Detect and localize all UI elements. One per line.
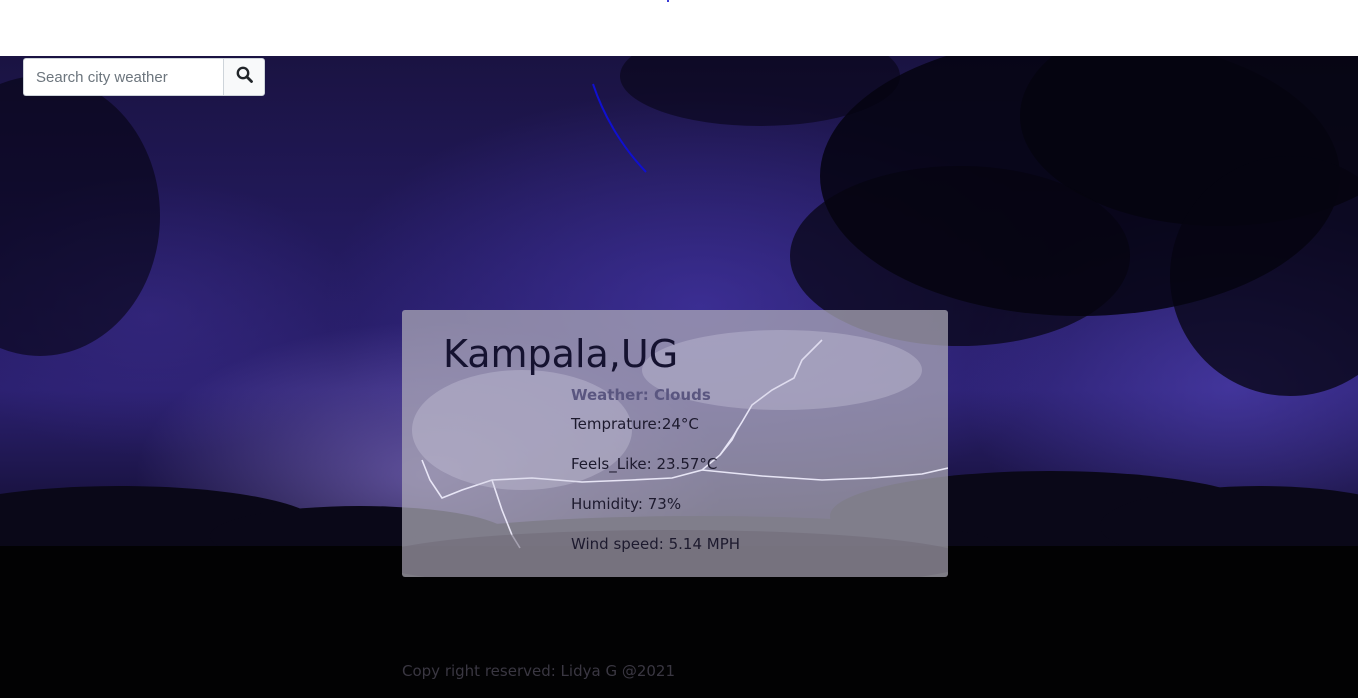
humidity-stat: Humidity: 73% xyxy=(571,495,682,513)
search-input[interactable] xyxy=(23,58,223,96)
search-icon xyxy=(236,66,253,88)
footer-copyright: Copy right reserved: Lidya G @2021 xyxy=(402,662,676,680)
feels-like-stat: Feels_Like: 23.57°C xyxy=(571,455,718,473)
pen-stroke xyxy=(592,83,647,173)
city-title: Kampala,UG xyxy=(443,332,679,376)
weather-card: Kampala,UG Weather: Clouds Temprature:24… xyxy=(402,310,948,577)
top-bar xyxy=(0,0,1358,56)
weather-page: Kampala,UG Weather: Clouds Temprature:24… xyxy=(0,0,1358,698)
temperature-stat: Temprature:24°C xyxy=(571,415,699,433)
weather-condition-value: Clouds xyxy=(653,386,711,404)
weather-condition: Weather: Clouds xyxy=(571,386,711,404)
search-button[interactable] xyxy=(223,58,265,96)
wind-speed-stat: Wind speed: 5.14 MPH xyxy=(571,535,741,553)
search-bar xyxy=(23,58,265,96)
top-marker xyxy=(667,0,669,2)
weather-condition-label: Weather: xyxy=(571,386,654,404)
